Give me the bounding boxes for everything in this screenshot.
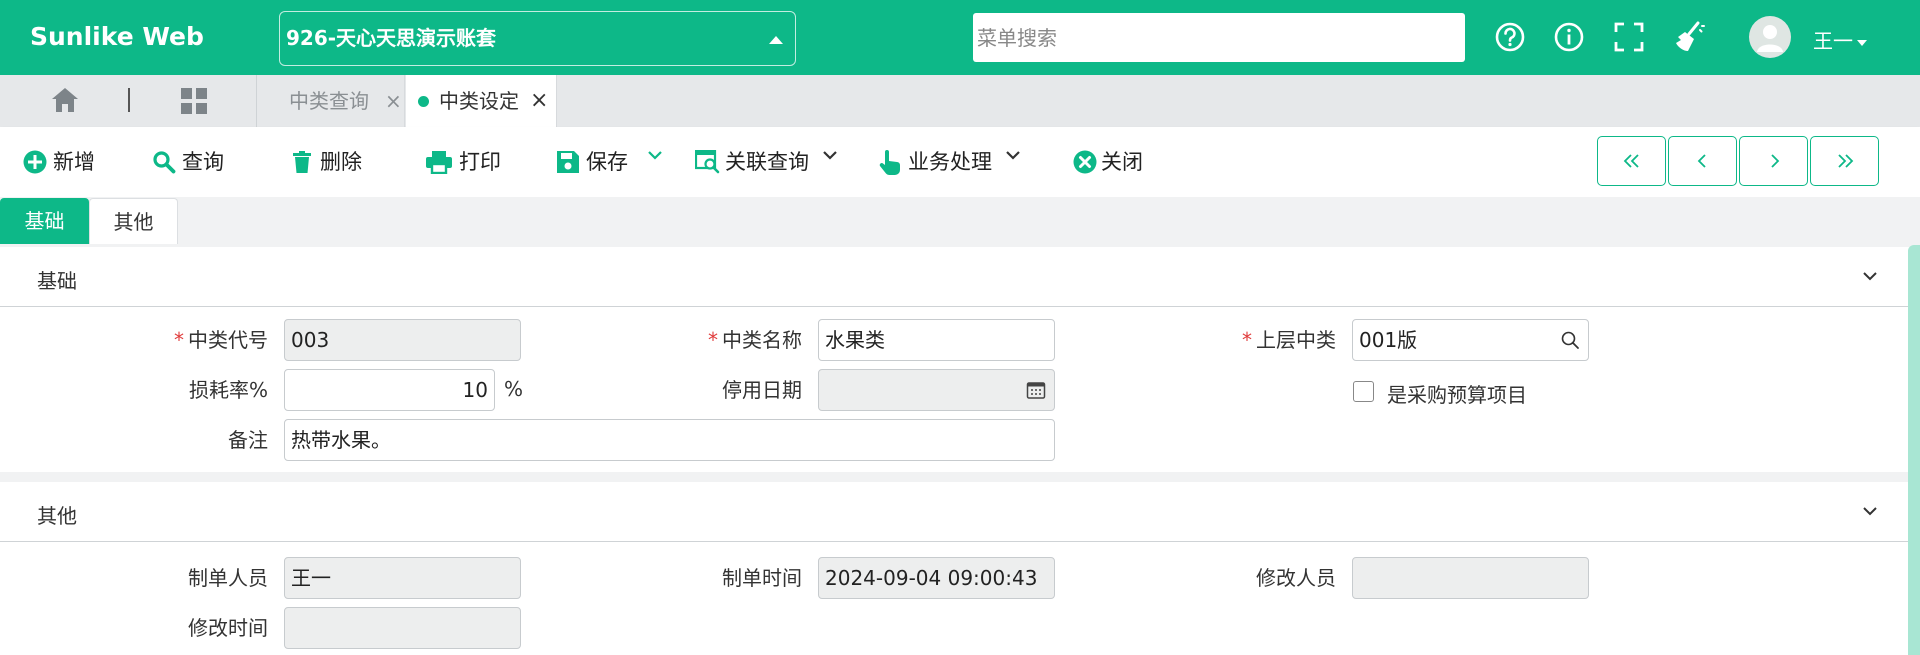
- first-record-button[interactable]: [1597, 136, 1666, 186]
- tab-label: 中类设定: [439, 89, 519, 113]
- close-circle-icon: [1073, 150, 1097, 174]
- tab-basic[interactable]: 基础: [0, 198, 89, 244]
- create-time-label: 制单时间: [722, 566, 802, 590]
- chevron-down-icon: [648, 151, 662, 160]
- double-chevron-right-icon: [1838, 154, 1854, 168]
- double-chevron-left-icon: [1623, 154, 1639, 168]
- menu-search-input[interactable]: [973, 13, 1465, 62]
- panel-tab-strip: [0, 197, 1920, 247]
- divider: [128, 88, 130, 112]
- fullscreen-icon[interactable]: [1612, 20, 1646, 54]
- close-icon[interactable]: ×: [530, 75, 548, 127]
- tab-other[interactable]: 其他: [89, 198, 178, 244]
- next-record-button[interactable]: [1739, 136, 1808, 186]
- other-section-header[interactable]: 其他: [0, 482, 1908, 542]
- remark-label: 备注: [228, 428, 268, 452]
- chevron-down-icon: [1006, 151, 1020, 160]
- related-query-button[interactable]: 关联查询: [695, 147, 845, 177]
- home-icon[interactable]: [50, 86, 80, 114]
- related-search-icon: [695, 150, 720, 174]
- loss-rate-field[interactable]: 10: [284, 369, 495, 411]
- modifier-field[interactable]: [1352, 557, 1589, 599]
- other-section: 其他 制单人员 王一 制单时间 2024-09-04 09:00:43 修改人员…: [0, 482, 1908, 655]
- close-button[interactable]: 关闭: [1073, 147, 1153, 177]
- basic-section-header[interactable]: 基础: [0, 247, 1908, 307]
- chevron-down-icon[interactable]: [1862, 506, 1878, 516]
- account-selector[interactable]: 926-天心天思演示账套: [279, 11, 796, 66]
- prev-record-button[interactable]: [1668, 136, 1737, 186]
- account-name: 926-天心天思演示账套: [286, 26, 497, 50]
- broom-icon[interactable]: [1672, 20, 1706, 54]
- help-icon[interactable]: [1493, 20, 1527, 54]
- printer-icon: [426, 151, 452, 174]
- user-name: 王一: [1813, 29, 1853, 53]
- remark-field[interactable]: 热带水果。: [284, 419, 1055, 461]
- add-button[interactable]: 新增: [23, 147, 103, 177]
- business-process-button[interactable]: 业务处理: [878, 147, 1028, 177]
- stop-date-label: 停用日期: [722, 378, 802, 402]
- info-icon[interactable]: [1552, 20, 1586, 54]
- modify-time-field[interactable]: [284, 607, 521, 649]
- tab-category-settings[interactable]: 中类设定 ×: [406, 75, 557, 127]
- parent-field[interactable]: 001版: [1352, 319, 1589, 361]
- save-button[interactable]: 保存: [556, 147, 666, 177]
- caret-down-icon: [1857, 39, 1867, 46]
- stop-date-field[interactable]: [818, 369, 1055, 411]
- code-field[interactable]: 003: [284, 319, 521, 361]
- parent-label: * 上层中类: [1242, 328, 1336, 352]
- section-title: 其他: [37, 504, 77, 528]
- modify-time-label: 修改时间: [188, 616, 268, 640]
- brand-logo: Sunlike Web: [30, 22, 204, 51]
- search-icon[interactable]: [1560, 330, 1580, 350]
- close-icon[interactable]: ×: [385, 75, 402, 127]
- loss-rate-label: 损耗率%: [188, 378, 268, 402]
- user-menu[interactable]: 王一: [1813, 25, 1867, 54]
- basic-section: 基础 * 中类代号 003 * 中类名称 水果类 * 上层中类 001版 损耗率% 1…: [0, 247, 1908, 472]
- section-title: 基础: [37, 269, 77, 293]
- section-spacer: [0, 472, 1908, 482]
- save-icon: [557, 151, 579, 173]
- budget-item-checkbox[interactable]: [1353, 381, 1374, 402]
- creator-label: 制单人员: [188, 566, 268, 590]
- search-icon: [153, 151, 176, 174]
- avatar[interactable]: [1749, 16, 1791, 58]
- name-field[interactable]: 水果类: [818, 319, 1055, 361]
- vertical-scrollbar[interactable]: [1908, 245, 1920, 655]
- top-header: Sunlike Web 926-天心天思演示账套 王一: [0, 0, 1920, 75]
- percent-unit: %: [504, 377, 524, 401]
- hand-pointer-icon: [879, 150, 900, 175]
- caret-up-icon: [769, 36, 783, 44]
- creator-field[interactable]: 王一: [284, 557, 521, 599]
- name-label: * 中类名称: [708, 328, 802, 352]
- calendar-icon[interactable]: [1026, 380, 1046, 400]
- create-time-field[interactable]: 2024-09-04 09:00:43: [818, 557, 1055, 599]
- user-avatar-icon: [1757, 25, 1783, 52]
- chevron-down-icon[interactable]: [1862, 271, 1878, 281]
- chevron-right-icon: [1771, 154, 1780, 168]
- budget-item-label: 是采购预算项目: [1387, 383, 1527, 407]
- code-label: * 中类代号: [174, 328, 268, 352]
- delete-button[interactable]: 删除: [290, 147, 370, 177]
- plus-circle-icon: [23, 150, 47, 174]
- tab-bar: 中类查询 × 中类设定 ×: [0, 75, 1920, 127]
- tab-category-query[interactable]: 中类查询 ×: [257, 75, 405, 127]
- chevron-left-icon: [1697, 154, 1706, 168]
- tab-label: 中类查询: [289, 89, 369, 113]
- trash-icon: [293, 151, 311, 173]
- print-button[interactable]: 打印: [425, 147, 505, 177]
- query-button[interactable]: 查询: [152, 147, 232, 177]
- active-dot-icon: [418, 96, 429, 107]
- modifier-label: 修改人员: [1256, 566, 1336, 590]
- last-record-button[interactable]: [1810, 136, 1879, 186]
- chevron-down-icon: [823, 151, 837, 160]
- grid-icon[interactable]: [180, 87, 208, 115]
